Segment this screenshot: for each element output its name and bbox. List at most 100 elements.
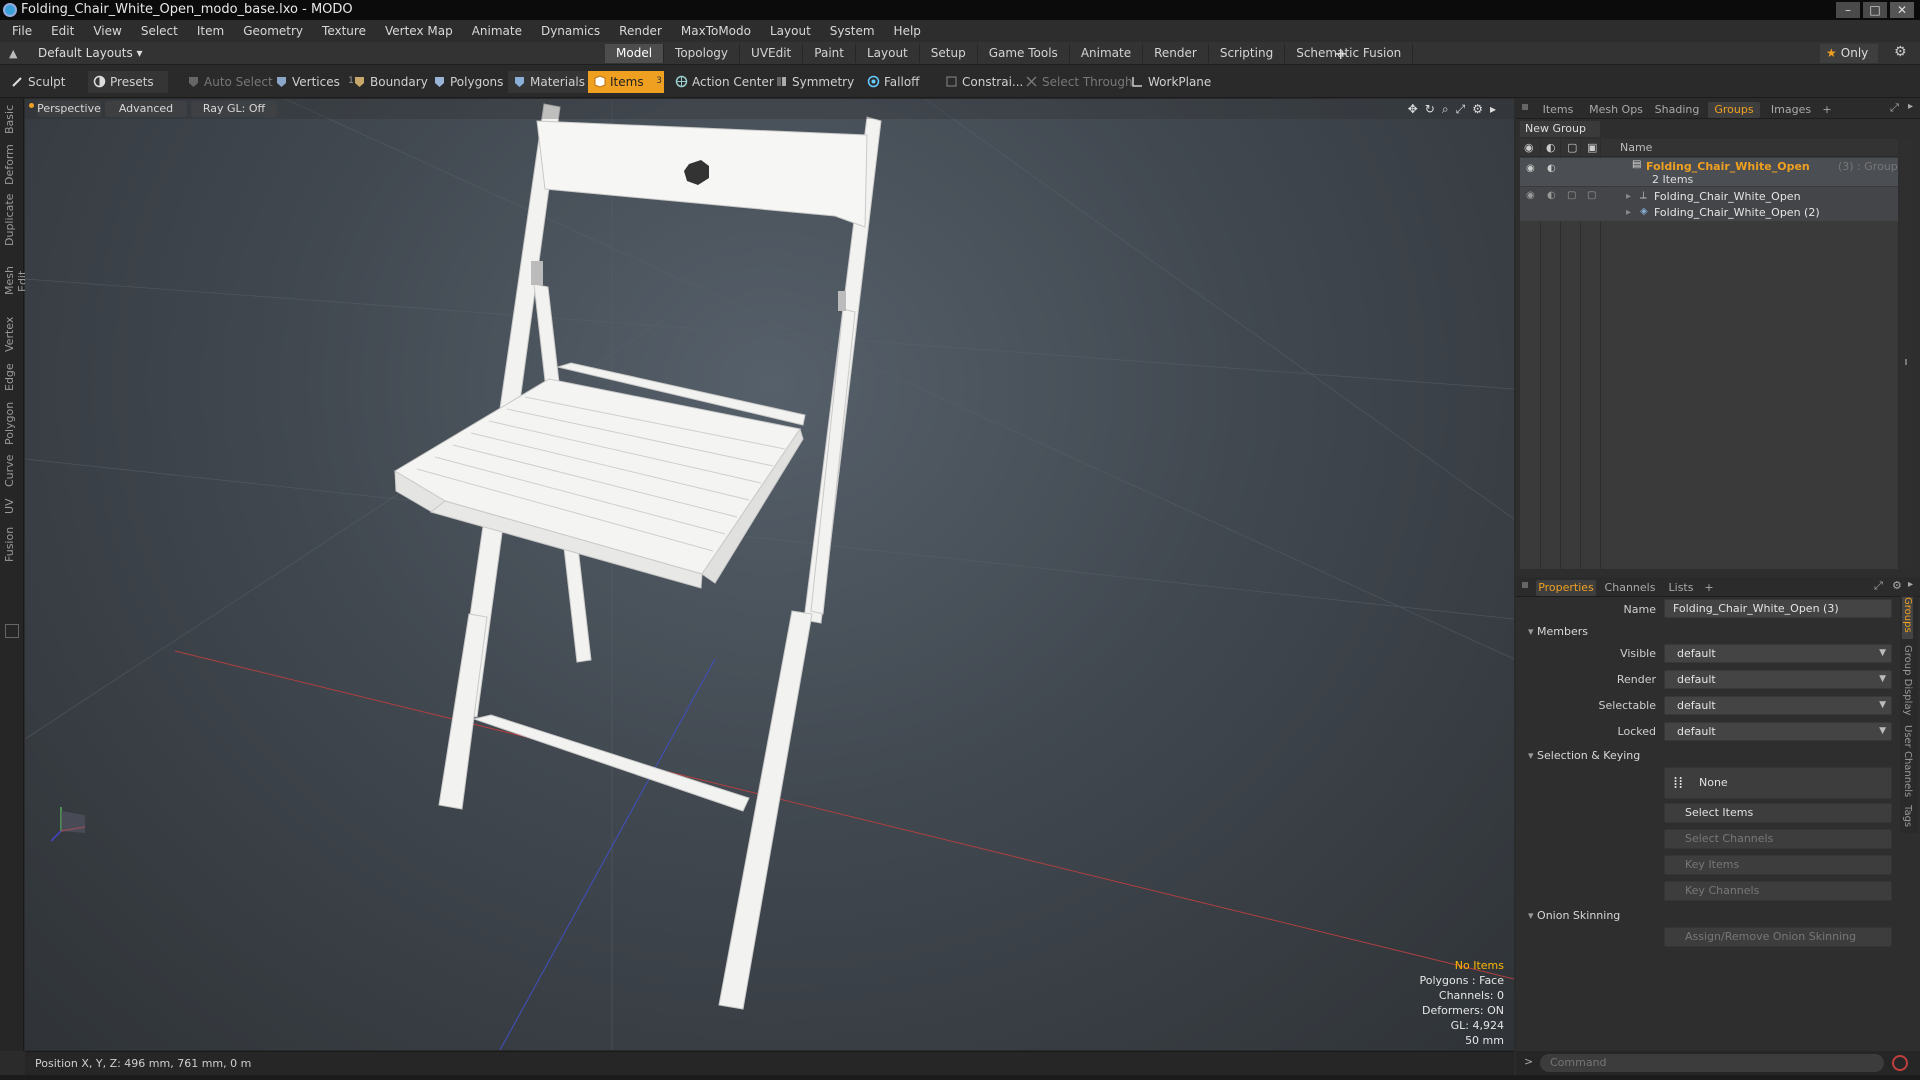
tab-setup[interactable]: Setup [920, 44, 978, 63]
select-through-button[interactable]: Select Through [1020, 71, 1141, 93]
command-input[interactable] [1540, 1054, 1884, 1072]
action-center-button[interactable]: Action Center [670, 71, 782, 93]
add-panel-tab[interactable]: + [1820, 102, 1834, 118]
tab-scripting[interactable]: Scripting [1209, 44, 1286, 63]
presets-button[interactable]: Presets [88, 71, 168, 93]
key-items-button[interactable]: Key Items [1664, 855, 1892, 875]
key-channels-button[interactable]: Key Channels [1664, 881, 1892, 901]
select-items-button[interactable]: Select Items [1664, 803, 1892, 823]
select-col-icon[interactable]: ▢ [1567, 139, 1577, 157]
eye-col-icon[interactable]: ◉ [1524, 139, 1534, 157]
groups-scrollbar[interactable] [1900, 139, 1912, 569]
render-col-icon[interactable]: ◐ [1546, 139, 1556, 157]
tab-properties[interactable]: Properties [1536, 580, 1596, 596]
group-render-icon[interactable]: ◐ [1547, 163, 1556, 174]
panel-menu-icon[interactable] [1522, 104, 1528, 110]
viewport-options-icon[interactable] [29, 103, 34, 108]
render-select[interactable]: default ▼ [1664, 670, 1892, 689]
menu-dynamics[interactable]: Dynamics [541, 24, 600, 38]
member-visible-icon[interactable]: ◉ [1526, 190, 1535, 201]
menu-help[interactable]: Help [894, 24, 921, 38]
expand-arrow-icon[interactable]: ▸ [1626, 191, 1631, 202]
tab-channels[interactable]: Channels [1602, 580, 1658, 596]
move-view-icon[interactable]: ✥ [1408, 102, 1418, 117]
expand-arrow-icon[interactable]: ▸ [1490, 102, 1496, 117]
auto-select-button[interactable]: Auto Select [182, 71, 281, 93]
tab-layout[interactable]: Layout [856, 44, 920, 63]
visible-select[interactable]: default ▼ [1664, 644, 1892, 663]
tab-animate[interactable]: Animate [1070, 44, 1144, 63]
only-button[interactable]: ★ Only [1820, 44, 1878, 63]
vtab-edge[interactable]: Edge [3, 362, 21, 392]
menu-layout[interactable]: Layout [770, 24, 811, 38]
member-render-icon[interactable]: ◐ [1547, 190, 1556, 201]
symmetry-button[interactable]: Symmetry [770, 71, 862, 93]
tab-topology[interactable]: Topology [664, 44, 741, 63]
falloff-button[interactable]: Falloff [862, 71, 927, 93]
3d-viewport[interactable]: Perspective Advanced Ray GL: Off ✥ ↻ ⌕ ⤢… [25, 99, 1514, 1050]
toggle-palette-icon[interactable] [5, 624, 19, 638]
add-panel-tab[interactable]: + [1702, 580, 1716, 596]
boundary-button[interactable]: Boundary [348, 71, 436, 93]
view-mode-button[interactable]: Perspective [37, 101, 101, 117]
menu-edit[interactable]: Edit [51, 24, 74, 38]
member-item-2[interactable]: Folding_Chair_White_Open (2) [1654, 205, 1820, 220]
vtab-groups[interactable]: Groups [1902, 597, 1913, 639]
vtab-duplicate[interactable]: Duplicate [3, 194, 21, 246]
zoom-view-icon[interactable]: ⌕ [1442, 102, 1449, 117]
select-channels-button[interactable]: Select Channels [1664, 829, 1892, 849]
expand-arrow-icon[interactable]: ▸ [1626, 207, 1631, 218]
tab-mesh-ops[interactable]: Mesh Ops [1586, 102, 1646, 118]
menu-item[interactable]: Item [197, 24, 224, 38]
menu-file[interactable]: File [12, 24, 32, 38]
vtab-curve[interactable]: Curve [3, 454, 21, 488]
vtab-deform[interactable]: Deform [3, 144, 21, 186]
menu-system[interactable]: System [830, 24, 875, 38]
onion-skinning-section[interactable]: Onion Skinning [1528, 909, 1620, 922]
rotate-view-icon[interactable]: ↻ [1425, 102, 1435, 117]
add-tab-icon[interactable]: + [1334, 44, 1347, 63]
lock-col-icon[interactable]: ▣ [1587, 139, 1597, 157]
none-selector[interactable]: ⁞⁞ None [1664, 767, 1892, 799]
vtab-uv[interactable]: UV [3, 496, 21, 516]
close-button[interactable]: ✕ [1890, 2, 1914, 18]
minimize-button[interactable]: – [1836, 2, 1860, 18]
shading-mode-button[interactable]: Advanced [105, 101, 187, 117]
vtab-tags[interactable]: Tags [1902, 805, 1913, 831]
tab-schematic-fusion[interactable]: Schematic Fusion [1285, 44, 1414, 63]
tab-game-tools[interactable]: Game Tools [978, 44, 1070, 63]
vtab-vertex[interactable]: Vertex [3, 316, 21, 352]
maximize-panel-icon[interactable]: ⤢ [1890, 101, 1899, 115]
raygl-button[interactable]: Ray GL: Off [191, 101, 277, 117]
tab-paint[interactable]: Paint [803, 44, 856, 63]
menu-vertex-map[interactable]: Vertex Map [385, 24, 453, 38]
menu-select[interactable]: Select [141, 24, 178, 38]
members-section[interactable]: Members [1528, 625, 1588, 638]
menu-maxtomodo[interactable]: MaxToModo [681, 24, 751, 38]
vtab-polygon[interactable]: Polygon [3, 400, 21, 446]
tab-shading[interactable]: Shading [1650, 102, 1704, 118]
sculpt-button[interactable]: Sculpt [6, 71, 73, 93]
panel-gear-icon[interactable]: ⚙ [1892, 579, 1902, 592]
name-field[interactable]: Folding_Chair_White_Open (3) [1664, 599, 1892, 618]
vtab-group-display[interactable]: Group Display [1902, 645, 1913, 719]
viewport-settings-icon[interactable]: ⚙ [1472, 102, 1483, 117]
tab-model[interactable]: Model [605, 44, 665, 63]
vtab-basic[interactable]: Basic [3, 104, 21, 134]
panel-arrow-icon[interactable]: ▸ [1908, 579, 1913, 590]
menu-geometry[interactable]: Geometry [243, 24, 303, 38]
panel-menu-icon[interactable] [1522, 582, 1528, 588]
tab-lists[interactable]: Lists [1664, 580, 1698, 596]
group-visible-icon[interactable]: ◉ [1526, 163, 1535, 174]
name-column-header[interactable]: Name [1620, 139, 1652, 157]
tab-items[interactable]: Items [1536, 102, 1580, 118]
items-button[interactable]: Items 3 [588, 71, 664, 93]
panel-arrow-icon[interactable]: ▸ [1908, 101, 1913, 112]
materials-button[interactable]: Materials [508, 71, 594, 93]
maximize-button[interactable]: □ [1863, 2, 1887, 18]
member-select-icon[interactable]: ▢ [1567, 190, 1576, 201]
menu-texture[interactable]: Texture [322, 24, 366, 38]
menu-animate[interactable]: Animate [472, 24, 522, 38]
menu-render[interactable]: Render [619, 24, 662, 38]
selection-keying-section[interactable]: Selection & Keying [1528, 749, 1640, 762]
